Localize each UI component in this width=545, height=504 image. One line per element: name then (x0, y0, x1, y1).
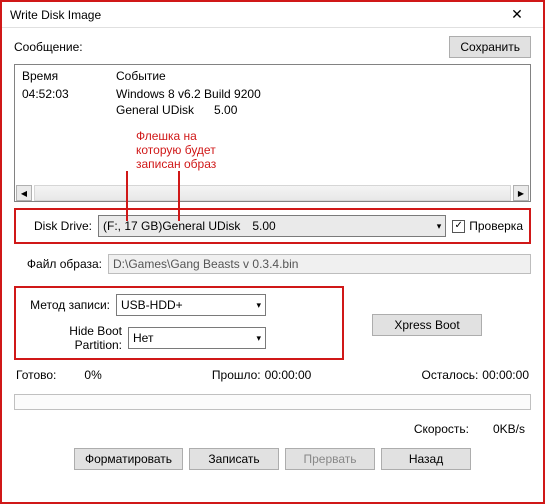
scroll-right-icon[interactable]: ▶ (513, 185, 529, 201)
abort-button[interactable]: Прервать (285, 448, 375, 470)
disk-drive-select[interactable]: (F:, 17 GB)General UDisk 5.00 ▾ (98, 215, 446, 237)
col-event: Событие (116, 69, 166, 83)
write-method-select[interactable]: USB-HDD+ ▾ (116, 294, 266, 316)
xpress-boot-button[interactable]: Xpress Boot (372, 314, 482, 336)
scrollbar[interactable]: ◀ ▶ (16, 185, 529, 201)
log-line: General UDisk (116, 103, 194, 117)
close-icon[interactable]: ✕ (497, 3, 537, 27)
stat-ready-value: 0% (84, 368, 101, 382)
stat-remain-label: Осталось: (422, 368, 479, 382)
scroll-track[interactable] (34, 185, 511, 201)
back-button[interactable]: Назад (381, 448, 471, 470)
col-time: Время (22, 69, 116, 83)
log-line: Windows 8 v6.2 Build 9200 (116, 87, 261, 101)
save-button[interactable]: Сохранить (449, 36, 531, 58)
hide-boot-label: Hide Boot Partition: (22, 324, 122, 352)
speed-label: Скорость: (414, 422, 469, 436)
format-button[interactable]: Форматировать (74, 448, 183, 470)
window-title: Write Disk Image (10, 8, 497, 22)
hide-boot-select[interactable]: Нет ▾ (128, 327, 266, 349)
chevron-down-icon: ▾ (437, 221, 442, 232)
chevron-down-icon: ▾ (256, 300, 261, 311)
write-button[interactable]: Записать (189, 448, 279, 470)
log-panel: Время Событие 04:52:03 Windows 8 v6.2 Bu… (14, 64, 531, 202)
log-line: 5.00 (214, 103, 237, 117)
message-label: Сообщение: (14, 40, 449, 54)
stat-elapsed-label: Прошло: (212, 368, 261, 382)
stat-ready-label: Готово: (16, 368, 56, 382)
verify-checkbox[interactable]: ✓ Проверка (452, 219, 523, 233)
stat-remain-value: 00:00:00 (482, 368, 529, 382)
progress-bar (14, 394, 531, 410)
annotation: Флешка на которую будет записан образ (16, 133, 529, 181)
scroll-left-icon[interactable]: ◀ (16, 185, 32, 201)
image-file-field: D:\Games\Gang Beasts v 0.3.4.bin (108, 254, 531, 274)
write-method-label: Метод записи: (22, 298, 110, 312)
speed-value: 0KB/s (493, 422, 525, 436)
stat-elapsed-value: 00:00:00 (265, 368, 312, 382)
log-time: 04:52:03 (22, 87, 116, 117)
chevron-down-icon: ▾ (256, 333, 261, 344)
disk-drive-label: Disk Drive: (22, 219, 92, 233)
image-file-label: Файл образа: (14, 257, 102, 271)
